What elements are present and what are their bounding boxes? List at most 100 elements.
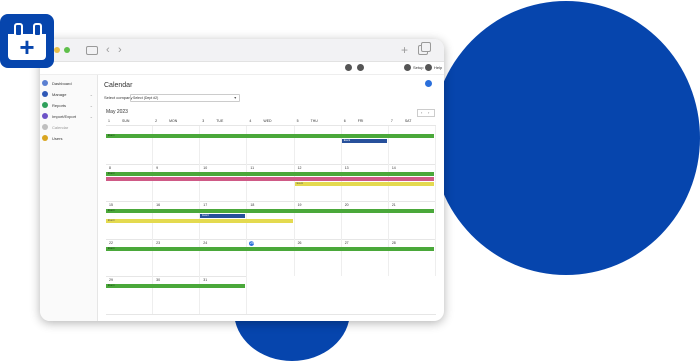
sidebar-toggle-icon[interactable] <box>86 46 98 55</box>
calendar-day-cell[interactable] <box>106 126 154 164</box>
calendar-week: 15 16 17 18 19 20 21 Event Event Event <box>106 201 436 240</box>
company-select-label: Select company <box>104 95 133 100</box>
calendar-day-cell[interactable] <box>295 126 342 164</box>
page-title: Calendar <box>104 82 133 89</box>
users-icon <box>42 135 48 141</box>
setup-icon[interactable] <box>404 64 411 71</box>
window-minimize-dot[interactable] <box>54 47 60 53</box>
calendar-day-cell[interactable]: 31 <box>200 276 248 314</box>
sidebar-item-label: Manage <box>52 92 67 97</box>
calendar-day-cell[interactable] <box>389 126 436 164</box>
calendar-day-cell[interactable]: 19 <box>295 201 342 239</box>
calendar-day-cell[interactable]: 23 <box>153 238 201 276</box>
calendar-day-cell[interactable]: 30 <box>153 276 201 314</box>
calendar-event[interactable]: Event <box>106 284 246 288</box>
calendar-day-cell[interactable]: 22 <box>106 238 154 276</box>
calendar-day-cell[interactable]: 28 <box>389 238 436 276</box>
event-label: Event <box>108 219 115 222</box>
next-month-icon[interactable]: › <box>428 110 429 116</box>
calendar-day-cell[interactable] <box>200 126 248 164</box>
calendar-event[interactable]: Event <box>106 134 434 138</box>
calendar-grid: 1 SUN 2 MON 3 TUE 4 WED 5 THU 6 FRI 7 SAT Event Event 8 9… <box>106 118 436 315</box>
calendar: May 2023 ‹ › 1 SUN 2 MON 3 TUE 4 WED 5 THU 6 FRI 7 SA… <box>106 107 436 315</box>
chevron-down-icon: ▼ <box>233 96 237 100</box>
month-nav: ‹ › <box>417 109 435 117</box>
reports-icon <box>42 102 48 108</box>
calendar-day-cell[interactable]: 25 <box>247 238 295 276</box>
weekday-number: 2 <box>155 119 158 123</box>
day-number: 12 <box>297 165 302 170</box>
info-icon[interactable] <box>425 80 432 87</box>
import-export-icon <box>42 113 48 119</box>
company-select-value: Select (Dept #2) <box>133 96 159 100</box>
sidebar-item-calendar[interactable]: Calendar <box>42 123 95 132</box>
calendar-day-cell[interactable]: 20 <box>342 201 389 239</box>
new-tab-plus-icon[interactable]: + <box>401 43 408 57</box>
sidebar-item-manage[interactable]: Manage ⌄ <box>42 90 95 99</box>
calendar-day-cell[interactable]: 27 <box>342 238 389 276</box>
calendar-day-cell[interactable]: 24 <box>200 238 248 276</box>
calendar-day-cell[interactable]: 9 <box>153 163 201 201</box>
calendar-day-cell[interactable]: 8 <box>106 163 154 201</box>
weekday-number: 6 <box>343 119 346 123</box>
prev-month-icon[interactable]: ‹ <box>421 110 422 116</box>
manage-icon <box>42 91 48 97</box>
sidebar-item-dashboard[interactable]: Dashboard <box>42 79 95 88</box>
day-number: 30 <box>156 278 161 282</box>
calendar-day-cell[interactable]: 26 <box>295 238 342 276</box>
calendar-app-icon: + <box>0 14 54 68</box>
notification-icon[interactable] <box>345 64 352 71</box>
back-arrow-icon[interactable]: ‹ <box>106 43 110 57</box>
calendar-day-cell[interactable]: 29 <box>106 276 154 314</box>
day-number: 24 <box>203 240 208 245</box>
event-label: Event <box>108 209 115 212</box>
calendar-day-cell[interactable] <box>153 126 201 164</box>
sidebar: Dashboard Manage ⌄ Reports ⌄ Import/Export ⌄ Ca… <box>40 75 98 321</box>
sidebar-item-reports[interactable]: Reports ⌄ <box>42 101 95 110</box>
calendar-event[interactable]: Event <box>200 214 246 218</box>
event-label: Event <box>202 214 209 217</box>
event-label: Event <box>343 139 351 142</box>
main-content: Calendar Select company Select (Dept #2)… <box>98 75 444 321</box>
month-label: May 2023 <box>106 109 128 115</box>
weekday-name: TUE <box>216 119 224 123</box>
window-maximize-dot[interactable] <box>64 47 70 53</box>
browser-titlebar: ‹ › + <box>40 39 444 62</box>
tabs-overview-icon[interactable] <box>418 42 431 55</box>
browser-window: ‹ › + Setup Help Dashboard Manage ⌄ Reports… <box>40 39 444 321</box>
account-icon[interactable] <box>357 64 364 71</box>
calendar-event[interactable]: Event <box>341 139 387 143</box>
calendar-event[interactable]: Event <box>106 246 434 251</box>
sidebar-item-import-export[interactable]: Import/Export ⌄ <box>42 112 95 121</box>
calendar-day-cell[interactable]: 10 <box>200 163 248 201</box>
chevron-down-icon: ⌄ <box>89 103 93 108</box>
calendar-plus-icon: + <box>8 23 46 60</box>
day-number: 31 <box>203 278 208 282</box>
help-icon[interactable] <box>425 64 432 71</box>
sidebar-item-users[interactable]: Users <box>42 134 95 143</box>
help-link[interactable]: Help <box>434 64 442 71</box>
day-number: 26 <box>297 240 302 245</box>
calendar-day-cell[interactable]: 21 <box>389 201 436 239</box>
day-number: 17 <box>203 203 208 207</box>
day-number: 13 <box>344 165 349 170</box>
calendar-day-cell[interactable]: 11 <box>247 163 295 201</box>
calendar-event[interactable] <box>106 176 434 181</box>
day-number: 20 <box>344 203 349 207</box>
calendar-event[interactable]: Event <box>294 181 434 186</box>
forward-arrow-icon[interactable]: › <box>118 43 122 57</box>
company-select[interactable]: Select (Dept #2) ▼ <box>130 94 240 102</box>
empty-area <box>247 276 436 314</box>
day-number: 19 <box>297 203 302 207</box>
calendar-event[interactable]: Event <box>106 219 293 223</box>
weekday-header: 1 SUN <box>106 118 154 126</box>
calendar-day-cell[interactable] <box>342 126 389 164</box>
calendar-event[interactable]: Event <box>106 209 434 213</box>
weekday-name: THU <box>310 119 318 123</box>
sidebar-item-label: Reports <box>52 103 67 108</box>
sidebar-item-label: Calendar <box>52 125 69 130</box>
calendar-day-cell[interactable] <box>247 126 295 164</box>
calendar-event[interactable]: Event <box>106 171 434 176</box>
setup-link[interactable]: Setup <box>413 64 423 71</box>
calendar-week: 8 9 10 11 12 13 14 Event Event <box>106 163 436 202</box>
